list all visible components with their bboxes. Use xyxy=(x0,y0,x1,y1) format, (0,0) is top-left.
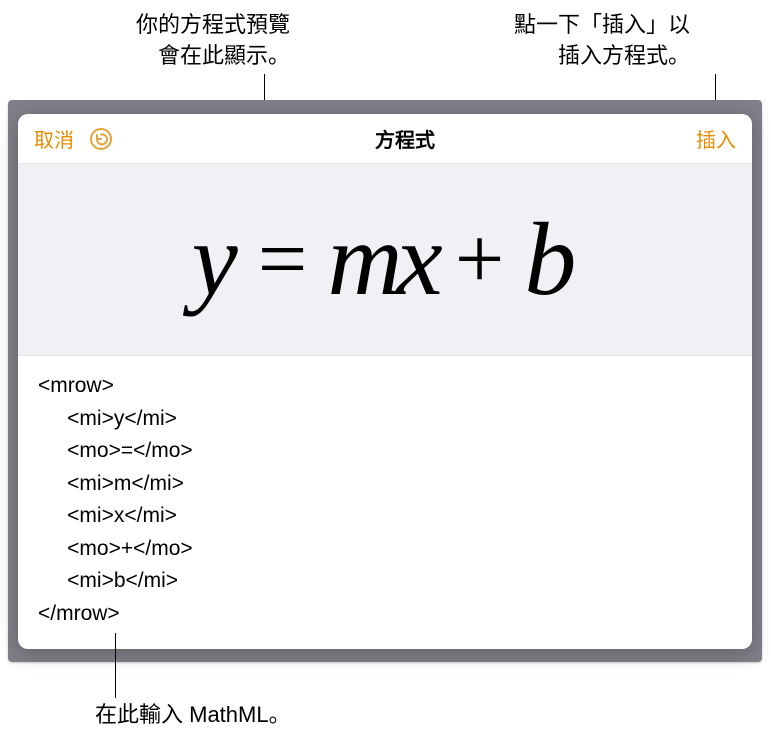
term-mx: mx xyxy=(327,200,436,319)
callout-preview: 你的方程式預覽 會在此顯示。 xyxy=(40,10,290,72)
toolbar-left: 取消 xyxy=(34,124,114,153)
equation-preview: y = mx + b xyxy=(18,164,752,356)
undo-icon[interactable] xyxy=(88,126,114,152)
mathml-input[interactable]: <mrow> <mi>y</mi> <mo>=</mo> <mi>m</mi> … xyxy=(18,356,752,644)
var-b: b xyxy=(524,200,578,319)
cancel-button[interactable]: 取消 xyxy=(34,124,74,153)
var-y: y xyxy=(192,200,240,319)
equation-rendered: y = mx + b xyxy=(192,200,579,319)
callout-mathml: 在此輸入 MathML。 xyxy=(95,700,291,731)
dialog-title: 方程式 xyxy=(375,124,435,153)
callout-line-mathml xyxy=(115,633,116,698)
insert-button[interactable]: 插入 xyxy=(696,124,736,153)
equation-dialog: 取消 方程式 插入 y = mx + b <mrow> <mi>y</mi> <… xyxy=(18,114,752,649)
op-equals: = xyxy=(258,209,310,310)
dialog-toolbar: 取消 方程式 插入 xyxy=(18,114,752,164)
op-plus: + xyxy=(455,209,507,310)
callout-insert: 點一下「插入」以 插入方程式。 xyxy=(430,10,690,72)
